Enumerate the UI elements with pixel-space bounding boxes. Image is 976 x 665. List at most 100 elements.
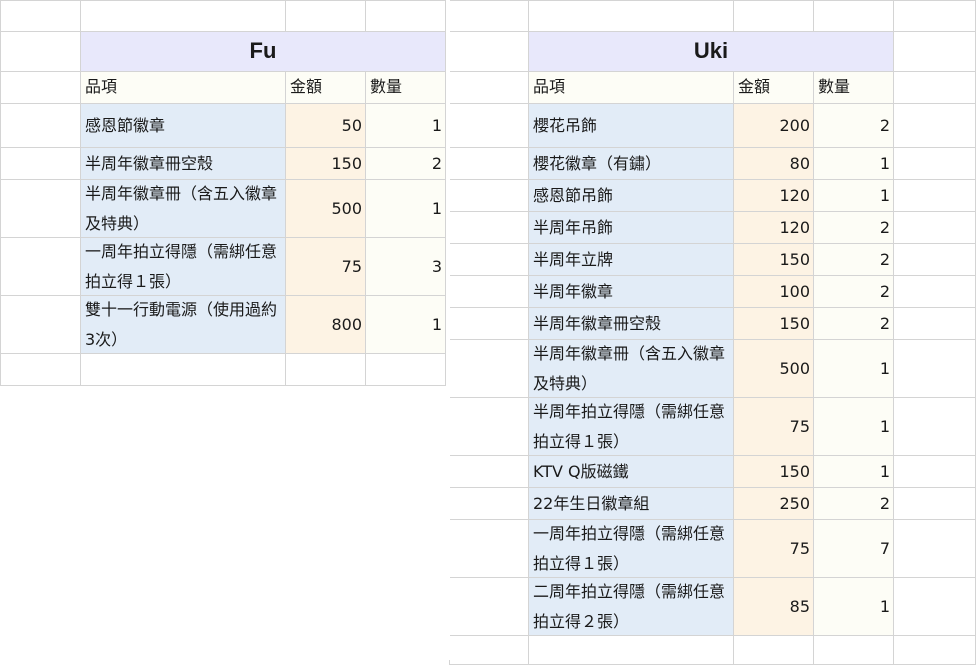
table-cell-item[interactable]: 22年生日徽章組 (529, 488, 734, 520)
empty-cell[interactable] (894, 308, 976, 340)
empty-cell[interactable] (366, 354, 446, 386)
table-cell-item[interactable]: 感恩節吊飾 (529, 180, 734, 212)
column-header-item[interactable]: 品項 (529, 72, 734, 104)
empty-cell[interactable] (529, 0, 734, 32)
empty-cell[interactable] (0, 72, 81, 104)
empty-cell[interactable] (449, 636, 529, 665)
empty-cell[interactable] (894, 398, 976, 456)
table-cell-amount[interactable]: 150 (734, 456, 814, 488)
table-cell-amount[interactable]: 75 (734, 520, 814, 578)
table-cell-amount[interactable]: 75 (286, 238, 366, 296)
empty-cell[interactable] (814, 0, 894, 32)
table-cell-amount[interactable]: 85 (734, 578, 814, 636)
table-cell-qty[interactable]: 1 (366, 104, 446, 148)
table-cell-amount[interactable]: 500 (286, 180, 366, 238)
column-header-qty[interactable]: 數量 (366, 72, 446, 104)
table-cell-item[interactable]: 半周年徽章冊（含五入徽章及特典） (81, 180, 286, 238)
empty-cell[interactable] (449, 276, 529, 308)
empty-cell[interactable] (0, 148, 81, 180)
empty-cell[interactable] (449, 72, 529, 104)
empty-cell[interactable] (814, 636, 894, 665)
sheet-title[interactable]: Uki (529, 32, 894, 72)
empty-cell[interactable] (894, 488, 976, 520)
empty-cell[interactable] (894, 456, 976, 488)
table-cell-item[interactable]: KTV Q版磁鐵 (529, 456, 734, 488)
empty-cell[interactable] (449, 148, 529, 180)
table-cell-qty[interactable]: 2 (814, 276, 894, 308)
empty-cell[interactable] (894, 340, 976, 398)
table-cell-amount[interactable]: 150 (734, 244, 814, 276)
empty-cell[interactable] (449, 104, 529, 148)
table-cell-amount[interactable]: 150 (734, 308, 814, 340)
empty-cell[interactable] (894, 244, 976, 276)
table-cell-item[interactable]: 櫻花徽章（有鏽） (529, 148, 734, 180)
table-cell-qty[interactable]: 2 (814, 104, 894, 148)
empty-cell[interactable] (529, 636, 734, 665)
empty-cell[interactable] (894, 276, 976, 308)
table-cell-item[interactable]: 櫻花吊飾 (529, 104, 734, 148)
table-cell-qty[interactable]: 1 (814, 148, 894, 180)
table-cell-amount[interactable]: 500 (734, 340, 814, 398)
column-header-item[interactable]: 品項 (81, 72, 286, 104)
table-cell-amount[interactable]: 120 (734, 212, 814, 244)
table-cell-qty[interactable]: 2 (366, 148, 446, 180)
table-cell-qty[interactable]: 1 (814, 456, 894, 488)
column-header-amount[interactable]: 金額 (286, 72, 366, 104)
table-cell-amount[interactable]: 200 (734, 104, 814, 148)
empty-cell[interactable] (366, 0, 446, 32)
table-cell-item[interactable]: 半周年立牌 (529, 244, 734, 276)
empty-cell[interactable] (81, 0, 286, 32)
table-cell-qty[interactable]: 2 (814, 488, 894, 520)
table-cell-amount[interactable]: 80 (734, 148, 814, 180)
table-cell-amount[interactable]: 800 (286, 296, 366, 354)
empty-cell[interactable] (894, 148, 976, 180)
table-cell-item[interactable]: 雙十一行動電源（使用過約3次） (81, 296, 286, 354)
table-cell-amount[interactable]: 100 (734, 276, 814, 308)
empty-cell[interactable] (449, 212, 529, 244)
table-cell-qty[interactable]: 1 (366, 180, 446, 238)
empty-cell[interactable] (449, 398, 529, 456)
empty-cell[interactable] (0, 296, 81, 354)
empty-cell[interactable] (449, 32, 529, 72)
empty-cell[interactable] (0, 180, 81, 238)
table-cell-item[interactable]: 二周年拍立得隱（需綁任意拍立得２張） (529, 578, 734, 636)
table-cell-qty[interactable]: 1 (814, 340, 894, 398)
empty-cell[interactable] (286, 354, 366, 386)
empty-cell[interactable] (449, 456, 529, 488)
empty-cell[interactable] (449, 488, 529, 520)
table-cell-qty[interactable]: 2 (814, 308, 894, 340)
empty-cell[interactable] (894, 104, 976, 148)
table-cell-item[interactable]: 半周年拍立得隱（需綁任意拍立得１張） (529, 398, 734, 456)
column-header-qty[interactable]: 數量 (814, 72, 894, 104)
empty-cell[interactable] (734, 636, 814, 665)
table-cell-qty[interactable]: 2 (814, 244, 894, 276)
table-cell-amount[interactable]: 250 (734, 488, 814, 520)
table-cell-qty[interactable]: 1 (814, 578, 894, 636)
empty-cell[interactable] (0, 354, 81, 386)
empty-cell[interactable] (894, 578, 976, 636)
table-cell-item[interactable]: 半周年徽章冊空殼 (81, 148, 286, 180)
empty-cell[interactable] (0, 0, 81, 32)
empty-cell[interactable] (734, 0, 814, 32)
table-cell-amount[interactable]: 50 (286, 104, 366, 148)
column-header-amount[interactable]: 金額 (734, 72, 814, 104)
empty-cell[interactable] (0, 104, 81, 148)
sheet-title[interactable]: Fu (81, 32, 446, 72)
empty-cell[interactable] (449, 308, 529, 340)
empty-cell[interactable] (449, 244, 529, 276)
table-cell-qty[interactable]: 1 (814, 180, 894, 212)
table-cell-amount[interactable]: 75 (734, 398, 814, 456)
table-cell-qty[interactable]: 1 (366, 296, 446, 354)
table-cell-item[interactable]: 半周年徽章冊（含五入徽章及特典） (529, 340, 734, 398)
empty-cell[interactable] (81, 354, 286, 386)
empty-cell[interactable] (286, 0, 366, 32)
empty-cell[interactable] (449, 0, 529, 32)
table-cell-qty[interactable]: 7 (814, 520, 894, 578)
empty-cell[interactable] (894, 180, 976, 212)
empty-cell[interactable] (449, 578, 529, 636)
table-cell-item[interactable]: 半周年徽章 (529, 276, 734, 308)
table-cell-item[interactable]: 一周年拍立得隱（需綁任意拍立得１張） (529, 520, 734, 578)
empty-cell[interactable] (894, 212, 976, 244)
empty-cell[interactable] (894, 32, 976, 72)
table-cell-item[interactable]: 半周年吊飾 (529, 212, 734, 244)
